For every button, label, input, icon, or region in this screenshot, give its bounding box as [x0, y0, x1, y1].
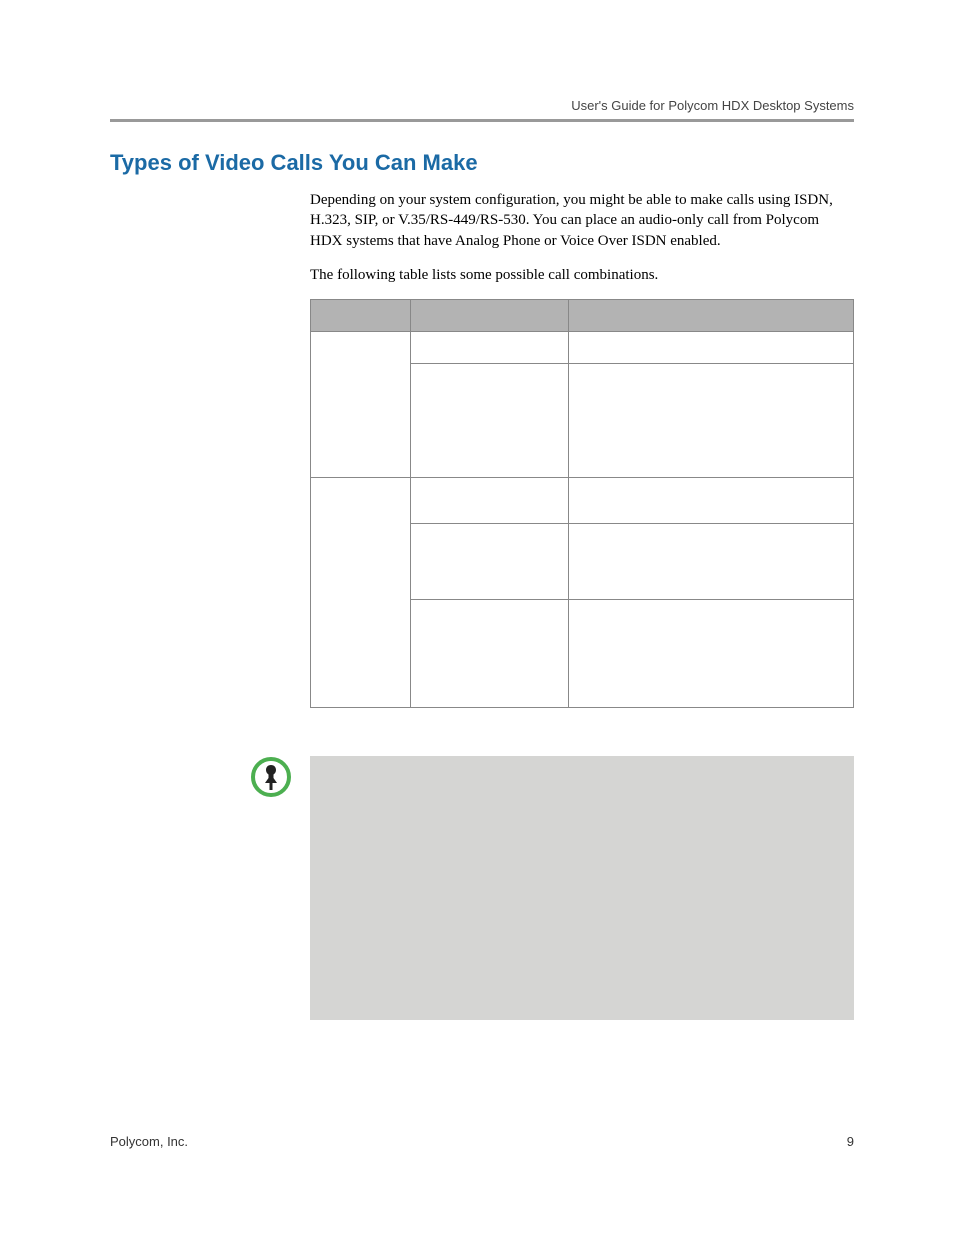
table-cell: [569, 600, 854, 708]
table-cell: [311, 332, 411, 478]
table-header-cell: [411, 300, 569, 332]
call-combinations-table: [310, 299, 854, 708]
table-cell: [569, 478, 854, 524]
pin-icon: [250, 756, 292, 803]
section-heading: Types of Video Calls You Can Make: [110, 150, 854, 176]
table-cell: [411, 332, 569, 364]
table-row: [311, 332, 854, 364]
footer-page-number: 9: [847, 1134, 854, 1149]
table-cell: [311, 478, 411, 708]
table-cell: [569, 364, 854, 478]
page-footer: Polycom, Inc. 9: [110, 1134, 854, 1149]
note-box: [310, 756, 854, 1020]
table-header-row: [311, 300, 854, 332]
table-cell: [411, 364, 569, 478]
intro-paragraph-2: The following table lists some possible …: [310, 265, 854, 285]
header-guide-title: User's Guide for Polycom HDX Desktop Sys…: [110, 98, 854, 113]
table-cell: [569, 524, 854, 600]
table-cell: [411, 478, 569, 524]
header-divider: [110, 119, 854, 122]
table-cell: [411, 600, 569, 708]
table-cell: [411, 524, 569, 600]
table-row: [311, 478, 854, 524]
intro-paragraph-1: Depending on your system configuration, …: [310, 190, 854, 251]
footer-company: Polycom, Inc.: [110, 1134, 188, 1149]
table-cell: [569, 332, 854, 364]
note-callout: [110, 756, 854, 1020]
table-header-cell: [569, 300, 854, 332]
table-header-cell: [311, 300, 411, 332]
